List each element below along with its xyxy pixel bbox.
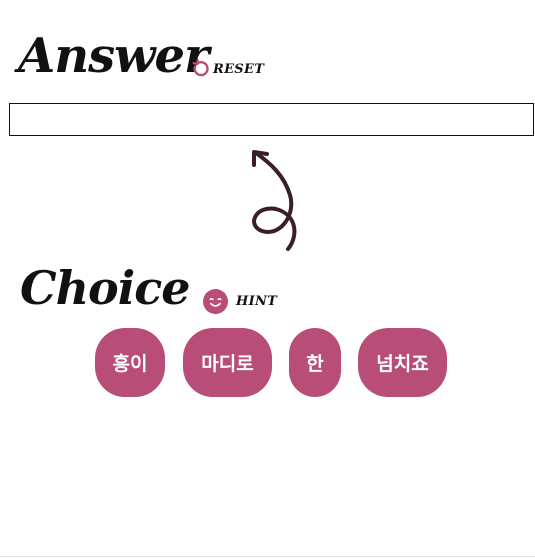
hint-button[interactable]: HINT	[203, 288, 278, 314]
hint-label: HINT	[236, 293, 278, 309]
answer-input[interactable]	[9, 103, 534, 136]
choice-chip[interactable]: 흥이	[95, 328, 165, 397]
bottom-divider	[0, 556, 535, 557]
smile-icon	[203, 288, 228, 314]
reset-label: RESET	[213, 61, 265, 77]
reset-button[interactable]: RESET	[189, 56, 264, 82]
choice-chip[interactable]: 한	[289, 328, 341, 397]
curly-arrow-icon	[252, 150, 297, 251]
reset-icon	[192, 59, 209, 77]
choice-title: Choice	[20, 261, 190, 315]
choice-chip[interactable]: 마디로	[183, 328, 272, 397]
answer-title: Answer	[18, 28, 209, 84]
choice-chip[interactable]: 넘치죠	[358, 328, 447, 397]
